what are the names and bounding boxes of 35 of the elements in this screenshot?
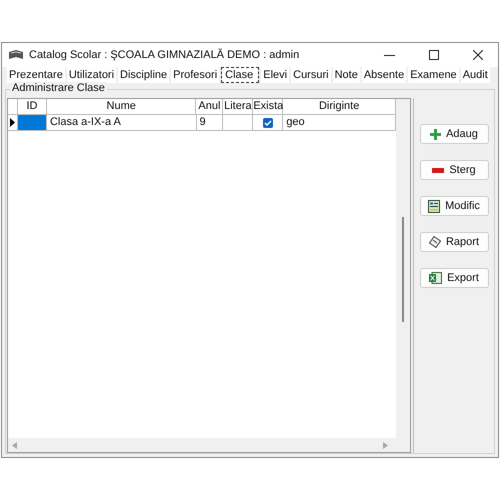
column-header[interactable]: Nume xyxy=(46,99,196,115)
plus-icon xyxy=(430,128,442,140)
column-header[interactable]: Litera xyxy=(223,99,254,115)
report-button[interactable]: Raport xyxy=(420,232,488,252)
app-icon xyxy=(8,50,24,60)
tab[interactable]: Cursuri xyxy=(291,67,331,83)
tab[interactable]: Discipline xyxy=(118,67,170,83)
column-header[interactable]: Diriginte xyxy=(283,99,396,115)
table-cell: Clasa a-IX-a A xyxy=(46,115,197,131)
delete-button[interactable]: Sterg xyxy=(420,160,488,180)
close-icon[interactable] xyxy=(473,50,483,60)
maximize-icon[interactable] xyxy=(429,50,439,60)
form-icon xyxy=(428,200,440,212)
tab[interactable]: Utilizatori xyxy=(66,67,116,83)
minus-icon xyxy=(432,168,444,172)
tab[interactable]: Clase xyxy=(221,67,260,83)
document-icon xyxy=(428,236,441,248)
window-title: Catalog Scolar : ŞCOALA GIMNAZIALĂ DEMO : admin xyxy=(29,49,300,61)
tab[interactable]: Note xyxy=(332,67,360,83)
tab[interactable]: Profesori xyxy=(171,67,220,83)
tab[interactable]: Examene xyxy=(408,67,459,83)
tab[interactable]: Absente xyxy=(362,67,406,83)
tab[interactable]: Prezentare xyxy=(7,67,65,83)
table-cell: 9 xyxy=(196,115,224,131)
edit-button[interactable]: Modific xyxy=(420,196,488,216)
vertical-scrollbar[interactable] xyxy=(396,99,410,452)
tab[interactable]: Elevi xyxy=(261,67,290,83)
tab[interactable]: Audit xyxy=(460,67,490,83)
column-header[interactable]: ID xyxy=(18,99,47,115)
export-button[interactable]: Export xyxy=(420,268,488,288)
spreadsheet-icon xyxy=(429,272,442,284)
checkbox[interactable] xyxy=(262,118,273,128)
add-button[interactable]: Adaug xyxy=(420,124,488,144)
column-header[interactable]: Exista xyxy=(253,99,284,115)
column-header[interactable]: Anul xyxy=(196,99,224,115)
